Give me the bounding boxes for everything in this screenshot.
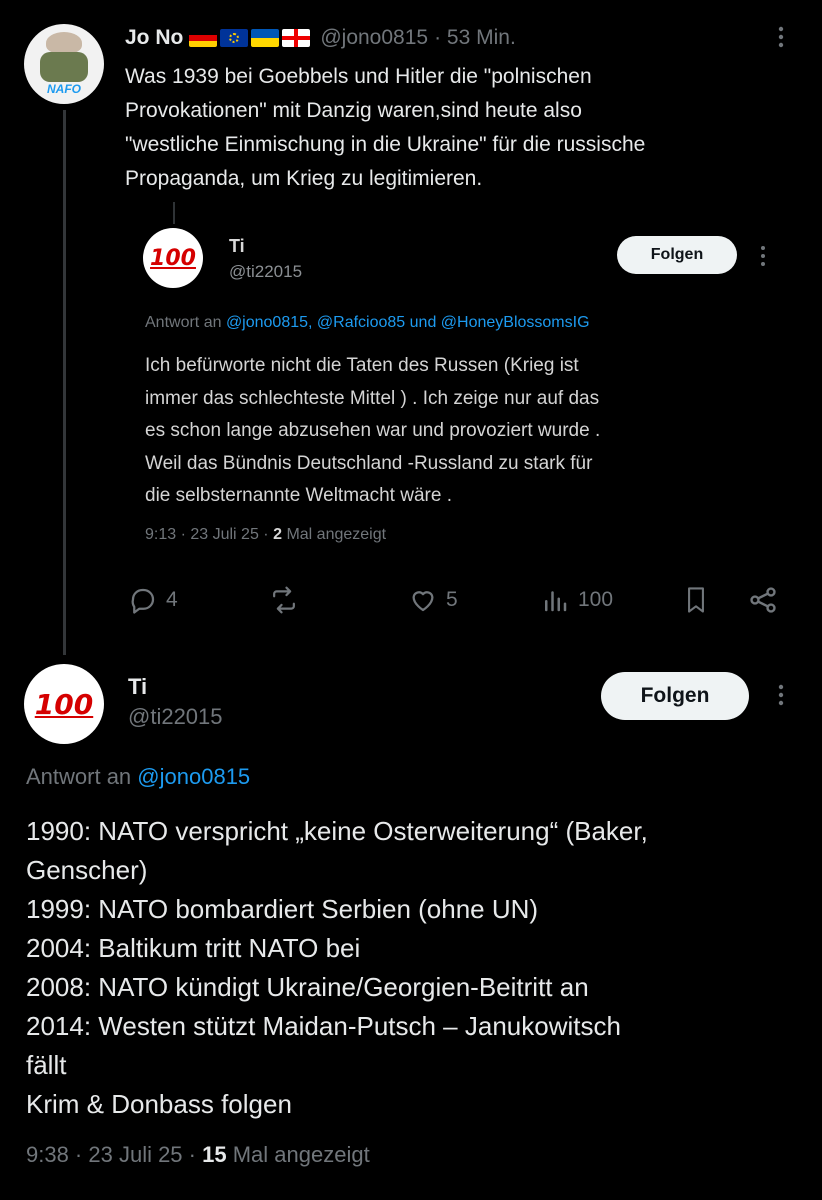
author-name[interactable]: Jo No [125, 26, 183, 50]
view-count: 15 [202, 1142, 227, 1167]
follow-button[interactable]: Folgen [601, 672, 749, 720]
tweet-text-line: "westliche Einmischung in die Ukraine" f… [125, 133, 646, 156]
tweet-text-line: Provokationen" mit Danzig waren,sind heu… [125, 99, 582, 122]
author-handle[interactable]: @ti22015 [128, 704, 223, 730]
view-label: Mal angezeigt [232, 1142, 370, 1167]
tweet-text-line: 2008: NATO kündigt Ukraine/Georgien-Beit… [26, 972, 589, 1002]
bookmark-icon[interactable] [682, 585, 710, 620]
heart-icon [412, 591, 434, 612]
quote-thread-line [173, 202, 175, 224]
author-handle[interactable]: @jono0815 [320, 26, 428, 50]
like-count: 5 [446, 588, 458, 611]
tweet-text-line: 1999: NATO bombardiert Serbien (ohne UN) [26, 894, 539, 924]
more-options-icon[interactable] [770, 680, 792, 715]
views-button[interactable]: 100 [540, 585, 613, 615]
author-name[interactable]: Ti [128, 674, 147, 700]
views-icon [545, 591, 567, 612]
tweet-text-line: 2014: Westen stützt Maidan-Putsch – Janu… [26, 1011, 621, 1041]
share-icon[interactable] [747, 584, 779, 621]
hundred-icon: 100 [34, 687, 94, 721]
tweet-text-line: Genscher) [26, 855, 148, 885]
quote-avatar: 100 [143, 228, 203, 288]
quote-reply-prefix: Antwort an [145, 314, 222, 331]
like-button[interactable]: 5 [408, 585, 458, 615]
tweet-text-line: Krim & Donbass folgen [26, 1089, 292, 1119]
flag-germany-icon [189, 29, 218, 47]
views-count: 100 [578, 588, 614, 611]
quote-reply-handles: @jono0815, @Rafcioo85 und @HoneyBlossoms… [225, 314, 590, 331]
quote-follow-button: Folgen [617, 236, 737, 274]
quote-timestamp: 9:13 · 23 Juli 25 · [145, 526, 269, 543]
tweet-text-line: Was 1939 bei Goebbels und Hitler die "po… [125, 65, 592, 88]
thread-line [63, 110, 66, 655]
hundred-icon: 100 [150, 245, 196, 271]
quote-more-options-icon [755, 242, 771, 275]
tweet-text-line: Propaganda, um Krieg zu legitimieren. [125, 167, 483, 190]
tweet1-text: Was 1939 bei Goebbels und Hitler die "po… [125, 60, 805, 196]
avatar-dog-figure [46, 32, 82, 54]
avatar[interactable]: 100 [24, 664, 104, 744]
flag-eu-icon [220, 29, 249, 47]
quote-author-name: Ti [229, 236, 245, 256]
quote-author-handle: @ti22015 [229, 262, 303, 281]
quote-meta: 9:13 · 23 Juli 25 · 2 Mal angezeigt [145, 526, 386, 544]
repost-icon [273, 586, 295, 614]
quote-text-line: Weil das Bündnis Deutschland -Russland z… [145, 452, 593, 474]
tweet-meta: 9:38 · 23 Juli 25 · 15 Mal angezeigt [26, 1142, 370, 1168]
quote-view-count: 2 [273, 526, 282, 543]
quoted-image[interactable]: 100 Ti @ti22015 Folgen Antwort an @jono0… [125, 200, 790, 570]
reply-count: 4 [166, 588, 178, 611]
reply-icon [131, 588, 155, 614]
flag-georgia-icon [282, 29, 311, 47]
avatar-text: NAFO [47, 82, 81, 96]
quote-view-label: Mal angezeigt [286, 526, 387, 543]
avatar[interactable]: NAFO [24, 24, 104, 104]
quote-text-line: die selbsternannte Weltmacht wäre . [145, 485, 452, 506]
tweet-text-line: 2004: Baltikum tritt NATO bei [26, 933, 361, 963]
reply-to: Antwort an @jono0815 [26, 764, 250, 790]
reply-button[interactable]: 4 [128, 585, 178, 615]
quote-text-line: immer das schlechteste Mittel ) . Ich ze… [145, 387, 600, 409]
reply-prefix: Antwort an [26, 764, 132, 789]
flag-ukraine-icon [251, 29, 280, 47]
tweet-timestamp[interactable]: 9:38 · 23 Juli 25 · [26, 1142, 196, 1167]
tweet2-text: 1990: NATO verspricht „keine Osterweiter… [26, 812, 806, 1124]
tweet-time[interactable]: · 53 Min. [434, 26, 516, 50]
tweet1-header: Jo No @jono0815 · 53 Min. [125, 24, 516, 52]
tweet-text-line: fällt [26, 1050, 67, 1080]
quote-text: Ich befürworte nicht die Taten des Russe… [145, 350, 785, 513]
flag-emojis [189, 29, 311, 47]
quote-reply-to: Antwort an @jono0815, @Rafcioo85 und @Ho… [145, 314, 590, 332]
reply-handle[interactable]: @jono0815 [137, 764, 250, 789]
quote-text-line: es schon lange abzusehen war und provozi… [145, 420, 601, 441]
repost-button[interactable] [268, 585, 300, 615]
avatar-camo-body [40, 52, 88, 82]
quote-text-line: Ich befürworte nicht die Taten des Russe… [145, 355, 579, 376]
more-options-icon[interactable] [770, 22, 792, 58]
tweet-text-line: 1990: NATO verspricht „keine Osterweiter… [26, 816, 648, 846]
